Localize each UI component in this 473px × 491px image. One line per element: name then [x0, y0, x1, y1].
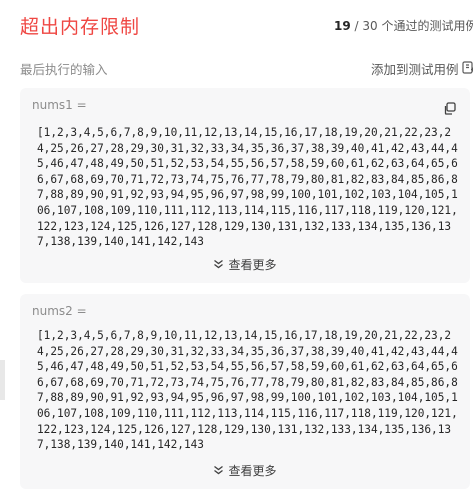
last-input-label: 最后执行的输入 [20, 62, 108, 77]
show-more-label: 查看更多 [228, 258, 277, 272]
show-more-button[interactable]: 查看更多 [20, 256, 470, 273]
passed-separator: / [350, 19, 363, 33]
input-card-nums1: nums1 = [1,2,3,4,5,6,7,8,9,10,11,12,13,1… [20, 88, 470, 283]
panel-resize-handle[interactable] [0, 360, 5, 400]
add-to-testcase-label: 添加到测试用例 [371, 62, 459, 77]
result-title: 超出内存限制 [20, 16, 141, 38]
input-value: [1,2,3,4,5,6,7,8,9,10,11,12,13,14,15,16,… [37, 126, 458, 249]
show-more-button[interactable]: 查看更多 [20, 462, 470, 479]
input-card-nums2: nums2 = [1,2,3,4,5,6,7,8,9,10,11,12,13,1… [20, 294, 470, 489]
passed-suffix: 个通过的测试用例 [377, 19, 473, 33]
total-count: 30 [362, 19, 378, 33]
chevron-double-down-icon [213, 464, 224, 478]
copy-icon [443, 100, 456, 119]
add-testcase-icon [461, 60, 473, 77]
input-name-label: nums2 = [32, 304, 87, 318]
chevron-double-down-icon [213, 258, 224, 272]
input-name-label: nums1 = [32, 98, 87, 112]
copy-button[interactable] [438, 98, 460, 120]
show-more-label: 查看更多 [228, 464, 277, 478]
input-value: [1,2,3,4,5,6,7,8,9,10,11,12,13,14,15,16,… [37, 329, 458, 452]
add-to-testcase-button[interactable]: 添加到测试用例 [371, 59, 473, 78]
passed-count: 19 [334, 19, 351, 33]
passed-summary: 19 / 30 个通过的测试用例 [334, 17, 473, 34]
